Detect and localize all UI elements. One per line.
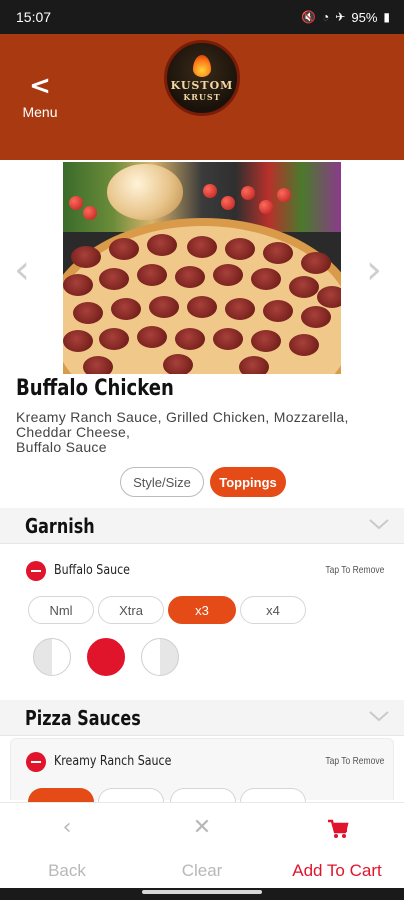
- mute-icon: 🔇: [301, 10, 317, 24]
- previous-image-arrow[interactable]: ‹: [14, 250, 30, 290]
- next-image-arrow[interactable]: ›: [366, 250, 382, 290]
- status-time: 15:07: [16, 9, 52, 25]
- sauce-row-buffalo: Buffalo Sauce Tap To Remove: [26, 559, 388, 583]
- product-image: [63, 162, 341, 374]
- close-icon: ✕: [192, 815, 212, 840]
- app-header: < Menu KUSTOM KRUST: [0, 34, 404, 160]
- amount-option-partial[interactable]: [240, 788, 306, 802]
- tab-style-size[interactable]: Style/Size: [120, 467, 204, 497]
- back-button[interactable]: ‹ Back: [0, 803, 134, 889]
- section-garnish-header[interactable]: Garnish: [0, 508, 404, 544]
- amount-option-nml[interactable]: Nml: [28, 596, 94, 624]
- tap-to-remove-hint: Tap To Remove: [325, 756, 384, 767]
- add-to-cart-button[interactable]: Add To Cart: [270, 803, 404, 889]
- tap-to-remove-hint: Tap To Remove: [325, 565, 384, 576]
- amount-option-xtra[interactable]: Xtra: [98, 596, 164, 624]
- wifi-icon: ◔: [322, 10, 330, 24]
- section-title: Pizza Sauces: [25, 706, 141, 730]
- sauce-row-kreamy-ranch: Kreamy Ranch Sauce Tap To Remove: [26, 750, 388, 774]
- chevron-left-icon: ‹: [62, 815, 72, 840]
- clear-button[interactable]: ✕ Clear: [135, 803, 269, 889]
- amount-option-partial[interactable]: [28, 788, 94, 802]
- portion-whole-icon[interactable]: [87, 638, 125, 676]
- chevron-left-icon: <: [29, 71, 51, 101]
- section-title: Garnish: [25, 514, 95, 538]
- flame-icon: [193, 54, 211, 77]
- item-title: Buffalo Chicken: [16, 376, 174, 401]
- amount-option-x4[interactable]: x4: [240, 596, 306, 624]
- amount-option-partial[interactable]: [98, 788, 164, 802]
- sauce-name: Buffalo Sauce: [54, 563, 130, 578]
- bottom-action-bar: ‹ Back ✕ Clear Add To Cart: [0, 802, 404, 888]
- battery-icon: ▮: [383, 10, 390, 24]
- status-bar: 15:07 🔇 ◔ ✈ 95% ▮: [0, 0, 404, 34]
- portion-left-half-icon[interactable]: [33, 638, 71, 676]
- chevron-down-icon: [369, 711, 389, 722]
- system-nav-bar: [0, 888, 404, 900]
- tab-toppings[interactable]: Toppings: [210, 467, 286, 497]
- back-label: Back: [48, 861, 86, 880]
- sauce-name: Kreamy Ranch Sauce: [54, 754, 172, 769]
- back-to-menu-button[interactable]: < Menu: [18, 71, 62, 120]
- airplane-icon: ✈: [335, 10, 346, 24]
- kustom-krust-logo: KUSTOM KRUST: [164, 40, 240, 116]
- logo-line-2: KRUST: [183, 91, 221, 102]
- home-indicator[interactable]: [142, 890, 262, 894]
- chevron-down-icon: [369, 519, 389, 530]
- item-description: Kreamy Ranch Sauce, Grilled Chicken, Moz…: [16, 409, 349, 455]
- section-pizza-sauces-header[interactable]: Pizza Sauces: [0, 700, 404, 736]
- back-to-menu-label: Menu: [22, 104, 58, 120]
- remove-topping-icon[interactable]: [26, 561, 46, 581]
- clear-label: Clear: [181, 861, 223, 880]
- portion-right-half-icon[interactable]: [141, 638, 179, 676]
- amount-option-x3[interactable]: x3: [168, 596, 236, 624]
- remove-topping-icon[interactable]: [26, 752, 46, 772]
- battery-level: 95%: [351, 9, 378, 25]
- logo-line-1: KUSTOM: [170, 78, 234, 92]
- status-icons: 🔇 ◔ ✈ 95% ▮: [301, 10, 390, 25]
- cart-icon: [328, 819, 349, 838]
- add-to-cart-label: Add To Cart: [292, 861, 382, 880]
- amount-option-partial[interactable]: [170, 788, 236, 802]
